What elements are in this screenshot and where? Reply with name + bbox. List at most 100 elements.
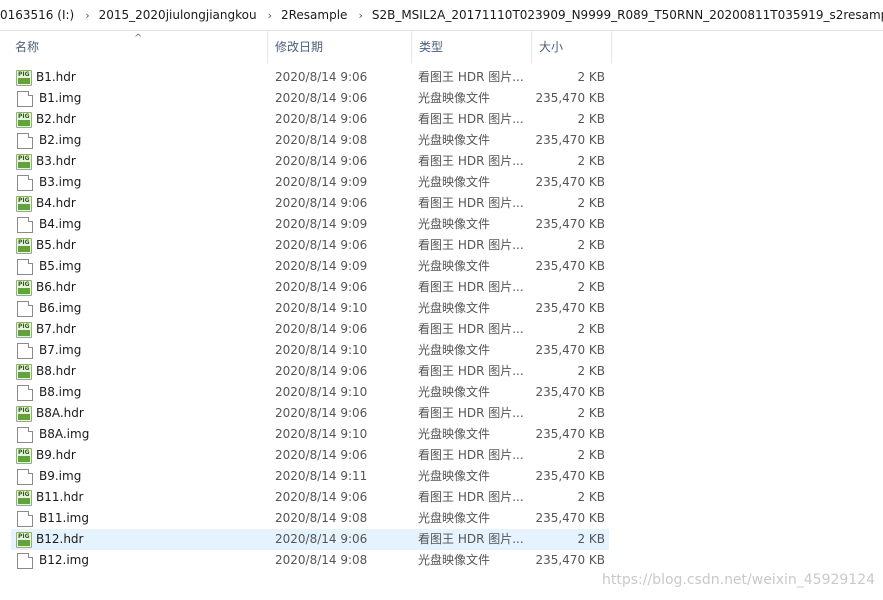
file-name-cell[interactable]: PIG B1.hdr xyxy=(16,67,266,88)
file-row[interactable]: PIG B2.hdr 2020/8/14 9:06 看图王 HDR 图片... 2 KB xyxy=(11,109,609,130)
file-name: B2.hdr xyxy=(36,112,76,126)
file-name-cell[interactable]: B11.img xyxy=(16,508,266,529)
file-name-cell[interactable]: PIG B4.hdr xyxy=(16,193,266,214)
file-name-cell[interactable]: B4.img xyxy=(16,214,266,235)
file-row[interactable]: PIG B7.hdr 2020/8/14 9:06 看图王 HDR 图片... 2 KB xyxy=(11,319,609,340)
file-size: 2 KB xyxy=(577,448,605,462)
column-header-size[interactable]: 大小 xyxy=(532,30,612,63)
file-row[interactable]: B8.img 2020/8/14 9:10 光盘映像文件 235,470 KB xyxy=(11,382,609,403)
file-row[interactable]: PIG B1.hdr 2020/8/14 9:06 看图王 HDR 图片... 2 KB xyxy=(11,67,609,88)
file-name-cell[interactable]: PIG B11.hdr xyxy=(16,487,266,508)
file-row[interactable]: B12.img 2020/8/14 9:08 光盘映像文件 235,470 KB xyxy=(11,550,609,571)
file-row[interactable]: B7.img 2020/8/14 9:10 光盘映像文件 235,470 KB xyxy=(11,340,609,361)
file-row[interactable]: PIG B4.hdr 2020/8/14 9:06 看图王 HDR 图片... 2 KB xyxy=(11,193,609,214)
file-name-cell[interactable]: PIG B8A.hdr xyxy=(16,403,266,424)
file-name: B8A.img xyxy=(39,427,90,441)
file-row[interactable]: B5.img 2020/8/14 9:09 光盘映像文件 235,470 KB xyxy=(11,256,609,277)
file-name-cell[interactable]: PIG B12.hdr xyxy=(16,529,266,550)
breadcrumb[interactable]: 0163516 (I:) › 2015_2020jiulongjiangkou … xyxy=(0,0,883,31)
file-name: B1.hdr xyxy=(36,70,76,84)
file-name-cell[interactable]: B12.img xyxy=(16,550,266,571)
file-name: B12.hdr xyxy=(36,532,84,546)
file-size: 2 KB xyxy=(577,196,605,210)
file-name-cell[interactable]: B1.img xyxy=(16,88,266,109)
breadcrumb-separator-icon[interactable]: › xyxy=(349,9,371,22)
breadcrumb-separator-icon[interactable]: › xyxy=(76,9,98,22)
file-type: 看图王 HDR 图片... xyxy=(418,490,524,504)
column-header-type[interactable]: 类型 xyxy=(412,30,532,63)
file-row[interactable]: PIG B6.hdr 2020/8/14 9:06 看图王 HDR 图片... 2 KB xyxy=(11,277,609,298)
file-row[interactable]: PIG B3.hdr 2020/8/14 9:06 看图王 HDR 图片... 2 KB xyxy=(11,151,609,172)
file-type: 光盘映像文件 xyxy=(418,385,491,399)
hdr-image-icon: PIG xyxy=(16,405,32,422)
file-date: 2020/8/14 9:08 xyxy=(275,511,368,525)
file-size: 2 KB xyxy=(577,112,605,126)
file-size: 235,470 KB xyxy=(535,301,605,315)
file-name-cell[interactable]: B8.img xyxy=(16,382,266,403)
file-name-cell[interactable]: PIG B8.hdr xyxy=(16,361,266,382)
file-row[interactable]: PIG B8.hdr 2020/8/14 9:06 看图王 HDR 图片... 2 KB xyxy=(11,361,609,382)
file-type: 光盘映像文件 xyxy=(418,133,491,147)
file-row[interactable]: B6.img 2020/8/14 9:10 光盘映像文件 235,470 KB xyxy=(11,298,609,319)
file-date: 2020/8/14 9:10 xyxy=(275,385,368,399)
column-header-row: 名称 修改日期 类型 大小 xyxy=(0,30,883,63)
file-name-cell[interactable]: B5.img xyxy=(16,256,266,277)
file-name-cell[interactable]: B9.img xyxy=(16,466,266,487)
file-name-cell[interactable]: PIG B6.hdr xyxy=(16,277,266,298)
file-row[interactable]: B1.img 2020/8/14 9:06 光盘映像文件 235,470 KB xyxy=(11,88,609,109)
file-row[interactable]: PIG B12.hdr 2020/8/14 9:06 看图王 HDR 图片... 2 K… xyxy=(11,529,609,550)
hdr-image-icon: PIG xyxy=(16,279,32,296)
file-date: 2020/8/14 9:06 xyxy=(275,112,368,126)
file-name-cell[interactable]: PIG B5.hdr xyxy=(16,235,266,256)
file-date: 2020/8/14 9:06 xyxy=(275,322,368,336)
hdr-image-icon: PIG xyxy=(16,195,32,212)
file-type: 光盘映像文件 xyxy=(418,469,491,483)
file-name: B12.img xyxy=(39,553,89,567)
file-name-cell[interactable]: PIG B7.hdr xyxy=(16,319,266,340)
file-name-cell[interactable]: B7.img xyxy=(16,340,266,361)
file-name-cell[interactable]: B8A.img xyxy=(16,424,266,445)
file-name-cell[interactable]: B6.img xyxy=(16,298,266,319)
file-size: 2 KB xyxy=(577,490,605,504)
disk-image-file-icon xyxy=(17,174,33,191)
file-type: 光盘映像文件 xyxy=(418,301,491,315)
file-row[interactable]: PIG B11.hdr 2020/8/14 9:06 看图王 HDR 图片... 2 K… xyxy=(11,487,609,508)
breadcrumb-item-resample[interactable]: 2Resample xyxy=(281,8,349,22)
file-size: 235,470 KB xyxy=(535,217,605,231)
file-row[interactable]: B8A.img 2020/8/14 9:10 光盘映像文件 235,470 KB xyxy=(11,424,609,445)
file-name: B11.img xyxy=(39,511,89,525)
file-row[interactable]: B2.img 2020/8/14 9:08 光盘映像文件 235,470 KB xyxy=(11,130,609,151)
file-date: 2020/8/14 9:08 xyxy=(275,553,368,567)
breadcrumb-item-project[interactable]: 2015_2020jiulongjiangkou xyxy=(99,8,259,22)
column-header-date[interactable]: 修改日期 xyxy=(268,30,412,63)
file-type: 看图王 HDR 图片... xyxy=(418,322,524,336)
breadcrumb-item-current-folder[interactable]: S2B_MSIL2A_20171110T023909_N9999_R089_T5… xyxy=(372,8,883,22)
hdr-image-icon: PIG xyxy=(16,321,32,338)
file-date: 2020/8/14 9:08 xyxy=(275,133,368,147)
file-name: B9.hdr xyxy=(36,448,76,462)
file-row[interactable]: B9.img 2020/8/14 9:11 光盘映像文件 235,470 KB xyxy=(11,466,609,487)
file-name: B6.hdr xyxy=(36,280,76,294)
file-size: 2 KB xyxy=(577,238,605,252)
file-name-cell[interactable]: PIG B9.hdr xyxy=(16,445,266,466)
file-size: 235,470 KB xyxy=(535,427,605,441)
breadcrumb-item-drive[interactable]: 0163516 (I:) xyxy=(0,8,76,22)
file-name-cell[interactable]: B3.img xyxy=(16,172,266,193)
file-name-cell[interactable]: PIG B2.hdr xyxy=(16,109,266,130)
disk-image-file-icon xyxy=(17,300,33,317)
file-name: B3.img xyxy=(39,175,82,189)
file-name-cell[interactable]: PIG B3.hdr xyxy=(16,151,266,172)
file-name: B11.hdr xyxy=(36,490,84,504)
file-date: 2020/8/14 9:06 xyxy=(275,154,368,168)
disk-image-file-icon xyxy=(17,384,33,401)
file-name-cell[interactable]: B2.img xyxy=(16,130,266,151)
file-row[interactable]: PIG B5.hdr 2020/8/14 9:06 看图王 HDR 图片... 2 KB xyxy=(11,235,609,256)
file-row[interactable]: B3.img 2020/8/14 9:09 光盘映像文件 235,470 KB xyxy=(11,172,609,193)
file-name: B8A.hdr xyxy=(36,406,84,420)
file-row[interactable]: B11.img 2020/8/14 9:08 光盘映像文件 235,470 KB xyxy=(11,508,609,529)
breadcrumb-separator-icon[interactable]: › xyxy=(259,9,281,22)
file-row[interactable]: PIG B8A.hdr 2020/8/14 9:06 看图王 HDR 图片... 2 K… xyxy=(11,403,609,424)
file-size: 235,470 KB xyxy=(535,133,605,147)
file-row[interactable]: PIG B9.hdr 2020/8/14 9:06 看图王 HDR 图片... 2 KB xyxy=(11,445,609,466)
file-row[interactable]: B4.img 2020/8/14 9:09 光盘映像文件 235,470 KB xyxy=(11,214,609,235)
